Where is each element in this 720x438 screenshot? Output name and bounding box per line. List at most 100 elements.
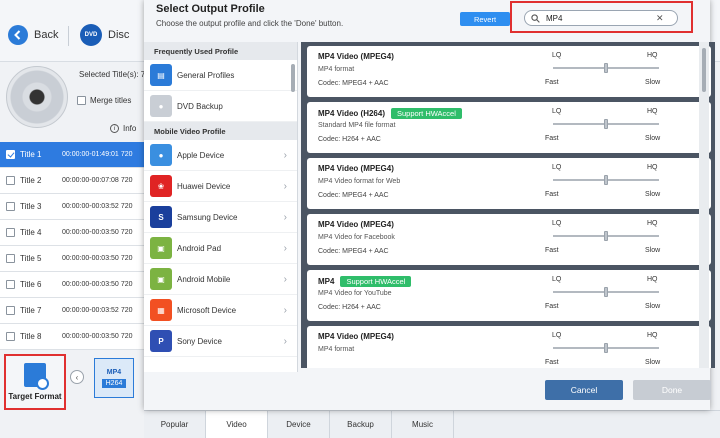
title-resolution: 720 — [120, 229, 133, 236]
profile-list: MP4 Video (MPEG4) MP4 format Codec: MPEG4 … — [301, 42, 715, 368]
merge-titles-label: Merge titles — [90, 96, 132, 105]
title-row[interactable]: Title 3 00:00:00-00:03:52 720 — [0, 194, 144, 220]
category-scrollbar[interactable] — [291, 64, 295, 92]
profile-name: MP4 Video (MPEG4) — [318, 220, 394, 229]
slider-handle[interactable] — [604, 119, 608, 129]
title-checkbox[interactable] — [6, 254, 15, 263]
tab-backup[interactable]: Backup — [330, 411, 392, 438]
title-checkbox[interactable] — [6, 280, 15, 289]
revert-button[interactable]: Revert — [460, 12, 510, 26]
title-row[interactable]: Title 2 00:00:00-00:07:08 720 — [0, 168, 144, 194]
title-row[interactable]: Title 6 00:00:00-00:03:50 720 — [0, 272, 144, 298]
profile-scrollbar[interactable] — [699, 42, 709, 368]
profile-codec: Codec: MPEG4 + AAC — [318, 192, 389, 199]
category-item[interactable]: ▤ General Profiles — [144, 60, 297, 91]
format-thumb-codec: H264 — [101, 378, 127, 388]
title-row[interactable]: Title 7 00:00:00-00:03:52 720 — [0, 298, 144, 324]
chevron-left-icon[interactable]: ‹ — [70, 370, 84, 384]
title-name: Title 6 — [20, 280, 42, 289]
title-duration: 00:00:00-00:03:52 — [62, 307, 119, 314]
target-format-button[interactable]: Target Format — [4, 354, 66, 410]
disc-button[interactable]: DVD Disc — [80, 24, 129, 46]
info-button[interactable]: i Info — [110, 124, 136, 133]
profile-card[interactable]: MP4 Video (MPEG4) MP4 format LQ HQ Fast Slow — [307, 326, 711, 368]
tab-popular[interactable]: Popular — [144, 411, 206, 438]
back-button[interactable]: Back — [8, 25, 58, 45]
merge-titles-option[interactable]: Merge titles — [77, 96, 131, 105]
profile-name-row: MP4 Video (H264) Support HWAccel — [318, 108, 462, 119]
speed-fast-label: Fast — [545, 247, 559, 254]
chevron-right-icon: › — [283, 212, 287, 223]
target-format-label: Target Format — [8, 392, 62, 401]
title-checkbox[interactable] — [6, 202, 15, 211]
clear-search-icon[interactable]: ✕ — [656, 13, 664, 24]
category-item[interactable]: S Samsung Device › — [144, 202, 297, 233]
profile-description: MP4 format — [318, 66, 355, 73]
profile-card[interactable]: MP4 Video (MPEG4) MP4 Video format for We… — [307, 158, 711, 209]
title-row[interactable]: Title 5 00:00:00-00:03:50 720 — [0, 246, 144, 272]
quality-low-label: LQ — [552, 276, 562, 283]
quality-slider[interactable] — [553, 63, 659, 73]
cancel-button[interactable]: Cancel — [545, 380, 623, 400]
search-box[interactable]: ✕ — [524, 10, 678, 26]
format-thumbnail[interactable]: MP4 H264 — [94, 358, 134, 398]
title-checkbox[interactable] — [6, 176, 15, 185]
category-item[interactable]: ▣ Android Mobile › — [144, 264, 297, 295]
title-checkbox[interactable] — [6, 332, 15, 341]
tab-device[interactable]: Device — [268, 411, 330, 438]
profile-codec: Codec: MPEG4 + AAC — [318, 248, 389, 255]
category-section-header: Frequently Used Profile — [144, 42, 297, 60]
category-item[interactable]: ▣ Android Pad › — [144, 233, 297, 264]
quality-slider[interactable] — [553, 287, 659, 297]
profile-card[interactable]: MP4 Video (MPEG4) MP4 Video for Facebook C… — [307, 214, 711, 265]
speed-slow-label: Slow — [645, 303, 661, 310]
quality-slider[interactable] — [553, 343, 659, 353]
title-resolution: 720 — [120, 281, 133, 288]
title-duration: 00:00:00-00:03:50 — [62, 333, 119, 340]
category-item[interactable]: ❀ Huawei Device › — [144, 171, 297, 202]
slider-handle[interactable] — [604, 343, 608, 353]
format-category-tabs: Popular Video Device Backup Music — [144, 410, 720, 438]
slider-handle[interactable] — [604, 231, 608, 241]
slider-handle[interactable] — [604, 287, 608, 297]
slider-handle[interactable] — [604, 175, 608, 185]
speed-fast-label: Fast — [545, 135, 559, 142]
dialog-footer: Cancel Done — [144, 372, 711, 410]
title-checkbox[interactable] — [6, 306, 15, 315]
quality-slider[interactable] — [553, 231, 659, 241]
category-item[interactable]: ▦ Microsoft Device › — [144, 295, 297, 326]
profile-name-row: MP4 Video (MPEG4) — [318, 332, 394, 341]
profile-card[interactable]: MP4 Video (MPEG4) MP4 format Codec: MPEG4 … — [307, 46, 711, 97]
category-item[interactable]: ● Apple Device › — [144, 140, 297, 171]
huawei-icon: ❀ — [150, 175, 172, 197]
title-duration: 00:00:00-01:49:01 — [62, 151, 119, 158]
done-button[interactable]: Done — [633, 380, 711, 400]
category-item[interactable]: ● DVD Backup — [144, 91, 297, 122]
profile-card[interactable]: MP4 Video (H264) Support HWAccel Standard … — [307, 102, 711, 153]
quality-slider[interactable] — [553, 175, 659, 185]
title-checkbox[interactable] — [6, 150, 15, 159]
category-label: Samsung Device — [177, 212, 238, 222]
disc-artwork — [6, 66, 68, 128]
title-row[interactable]: Title 4 00:00:00-00:03:50 720 — [0, 220, 144, 246]
profile-card[interactable]: MP4 Support HWAccel MP4 Video for YouTube C… — [307, 270, 711, 321]
tab-music[interactable]: Music — [392, 411, 454, 438]
merge-titles-checkbox[interactable] — [77, 96, 86, 105]
category-label: Apple Device — [177, 150, 225, 160]
title-duration: 00:00:00-00:03:50 — [62, 229, 119, 236]
slider-handle[interactable] — [604, 63, 608, 73]
back-label: Back — [34, 29, 59, 41]
category-label: Microsoft Device — [177, 305, 237, 315]
category-item[interactable]: P Sony Device › — [144, 326, 297, 357]
disc-icon: ● — [150, 95, 172, 117]
quality-high-label: HQ — [647, 220, 658, 227]
hwaccel-badge: Support HWAccel — [340, 276, 412, 287]
title-name: Title 3 — [20, 202, 42, 211]
title-name: Title 7 — [20, 306, 42, 315]
quality-slider[interactable] — [553, 119, 659, 129]
search-input[interactable] — [546, 13, 656, 23]
title-checkbox[interactable] — [6, 228, 15, 237]
tab-video[interactable]: Video — [206, 411, 268, 438]
title-row[interactable]: Title 1 00:00:00-01:49:01 720 — [0, 142, 144, 168]
title-row[interactable]: Title 8 00:00:00-00:03:50 720 — [0, 324, 144, 350]
